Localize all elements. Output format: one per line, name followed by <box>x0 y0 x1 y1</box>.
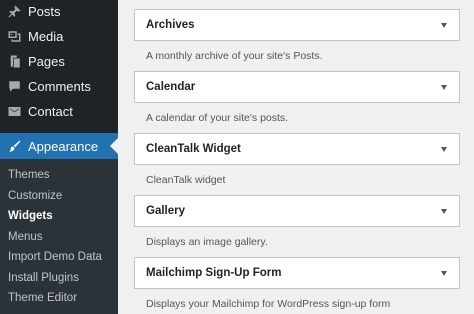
widget-description: A calendar of your site's posts. <box>146 112 289 124</box>
widget-gallery[interactable]: Gallery <box>134 195 460 227</box>
sidebar-item-label: Media <box>28 29 64 44</box>
widget-description: Displays an image gallery. <box>146 236 268 248</box>
widget-title: Calendar <box>146 81 196 93</box>
sidebar-item-comments[interactable]: Comments <box>0 74 118 99</box>
caret-down-icon[interactable] <box>441 84 447 90</box>
pushpin-icon <box>6 4 22 20</box>
sidebar-item-posts[interactable]: Posts <box>0 0 118 24</box>
caret-down-icon[interactable] <box>441 208 447 214</box>
comments-icon <box>6 79 22 95</box>
widget-title: Archives <box>146 19 195 31</box>
widget-archives[interactable]: Archives <box>134 9 460 41</box>
sidebar-item-label: Appearance <box>28 138 99 154</box>
widget-calendar[interactable]: Calendar <box>134 71 460 103</box>
sidebar-item-media[interactable]: Media <box>0 24 118 49</box>
sidebar-item-label: Posts <box>28 4 61 19</box>
submenu-item-theme-editor[interactable]: Theme Editor <box>0 288 118 309</box>
contact-icon <box>6 104 22 120</box>
media-icon <box>6 29 22 45</box>
paintbrush-icon <box>6 138 22 154</box>
sidebar-item-label: Pages <box>28 54 65 69</box>
sidebar-item-label: Contact <box>28 104 73 119</box>
submenu-item-customize[interactable]: Customize <box>0 186 118 207</box>
submenu-item-menus[interactable]: Menus <box>0 227 118 248</box>
widget-description: Displays your Mailchimp for WordPress si… <box>146 298 391 310</box>
sidebar-item-appearance[interactable]: Appearance <box>0 133 118 159</box>
pages-icon <box>6 54 22 70</box>
submenu-item-install-plugins[interactable]: Install Plugins <box>0 268 118 289</box>
main-content: Archives A monthly archive of your site'… <box>118 0 474 314</box>
wp-admin-screen: Posts Media Pages Comments Contact Appea… <box>0 0 474 314</box>
widget-cleantalk[interactable]: CleanTalk Widget <box>134 133 460 165</box>
widget-mailchimp[interactable]: Mailchimp Sign-Up Form <box>134 257 460 289</box>
caret-down-icon[interactable] <box>441 270 447 276</box>
available-widgets-list: Archives A monthly archive of your site'… <box>134 0 460 314</box>
caret-down-icon[interactable] <box>441 146 447 152</box>
sidebar-item-label: Comments <box>28 79 91 94</box>
admin-sidebar: Posts Media Pages Comments Contact Appea… <box>0 0 118 314</box>
widget-title: Mailchimp Sign-Up Form <box>146 267 282 279</box>
submenu-item-import-demo-data[interactable]: Import Demo Data <box>0 247 118 268</box>
sidebar-item-contact[interactable]: Contact <box>0 99 118 124</box>
widget-title: CleanTalk Widget <box>146 143 241 155</box>
submenu-item-themes[interactable]: Themes <box>0 165 118 186</box>
widget-description: A monthly archive of your site's Posts. <box>146 50 323 62</box>
appearance-submenu: Themes Customize Widgets Menus Import De… <box>0 159 118 314</box>
widget-title: Gallery <box>146 205 185 217</box>
submenu-item-widgets[interactable]: Widgets <box>0 206 118 227</box>
sidebar-item-pages[interactable]: Pages <box>0 49 118 74</box>
caret-down-icon[interactable] <box>441 22 447 28</box>
widget-description: CleanTalk widget <box>146 174 226 186</box>
